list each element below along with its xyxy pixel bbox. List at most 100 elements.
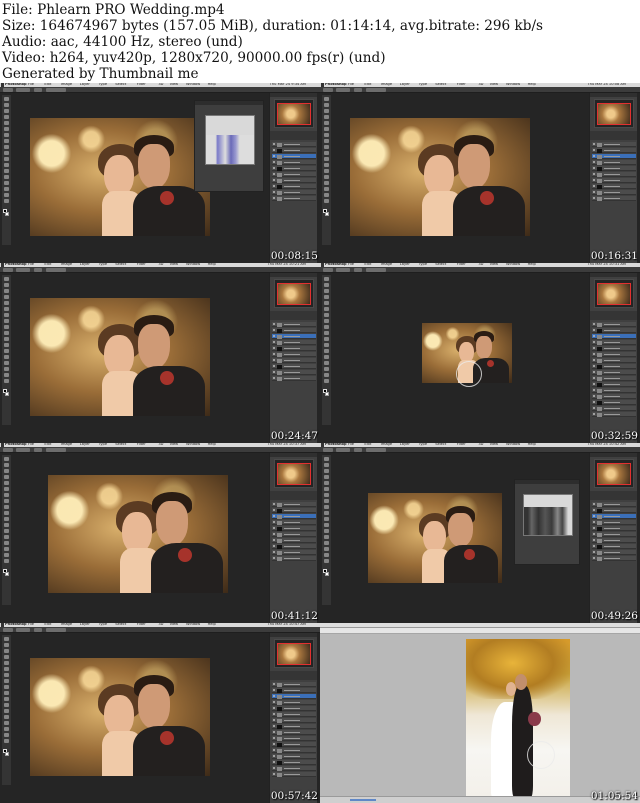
visibility-eye-icon[interactable] [273, 347, 275, 349]
tool-icon[interactable] [4, 199, 9, 203]
navigator-view-box[interactable] [277, 103, 311, 125]
tool-icon[interactable] [4, 709, 9, 713]
visibility-eye-icon[interactable] [593, 185, 595, 187]
visibility-eye-icon[interactable] [273, 527, 275, 529]
tool-icon[interactable] [4, 535, 9, 539]
tool-icon[interactable] [4, 529, 9, 533]
visibility-eye-icon[interactable] [273, 737, 275, 739]
navigator-preview[interactable] [594, 279, 634, 308]
layer-row[interactable] [272, 334, 316, 339]
tool-icon[interactable] [324, 325, 329, 329]
layer-row[interactable] [272, 766, 316, 771]
visibility-eye-icon[interactable] [273, 533, 275, 535]
tool-icon[interactable] [4, 739, 9, 743]
layer-row[interactable] [272, 364, 316, 369]
visibility-eye-icon[interactable] [273, 683, 275, 685]
tool-icon[interactable] [4, 511, 9, 515]
tool-icon[interactable] [4, 643, 9, 647]
layer-row[interactable] [592, 322, 636, 327]
layer-row[interactable] [272, 556, 316, 561]
navigator-view-box[interactable] [277, 463, 311, 485]
layer-row[interactable] [272, 328, 316, 333]
tool-icon[interactable] [4, 721, 9, 725]
layer-row[interactable] [592, 160, 636, 165]
visibility-eye-icon[interactable] [273, 365, 275, 367]
layer-row[interactable] [592, 406, 636, 411]
tool-icon[interactable] [324, 367, 329, 371]
tool-icon[interactable] [4, 169, 9, 173]
layer-row[interactable] [272, 742, 316, 747]
navigator-preview[interactable] [274, 99, 314, 128]
tool-icon[interactable] [324, 535, 329, 539]
tool-icon[interactable] [324, 373, 329, 377]
visibility-eye-icon[interactable] [273, 557, 275, 559]
layer-row[interactable] [592, 400, 636, 405]
layer-row[interactable] [272, 736, 316, 741]
layer-row[interactable] [592, 514, 636, 519]
visibility-eye-icon[interactable] [593, 359, 595, 361]
visibility-eye-icon[interactable] [593, 515, 595, 517]
tool-icon[interactable] [4, 133, 9, 137]
layer-row[interactable] [592, 526, 636, 531]
layer-row[interactable] [592, 184, 636, 189]
option-control[interactable] [336, 268, 350, 272]
visibility-eye-icon[interactable] [273, 749, 275, 751]
visibility-eye-icon[interactable] [593, 377, 595, 379]
visibility-eye-icon[interactable] [273, 335, 275, 337]
tool-icon[interactable] [4, 559, 9, 563]
navigator-view-box[interactable] [597, 463, 631, 485]
option-control[interactable] [16, 628, 30, 632]
levels-histogram-graph[interactable] [523, 494, 573, 536]
layer-row[interactable] [272, 718, 316, 723]
tool-icon[interactable] [4, 319, 9, 323]
layer-row[interactable] [592, 346, 636, 351]
tool-icon[interactable] [324, 343, 329, 347]
tool-icon[interactable] [324, 115, 329, 119]
tool-icon[interactable] [324, 163, 329, 167]
tool-icon[interactable] [4, 307, 9, 311]
tool-icon[interactable] [4, 97, 9, 101]
tool-icon[interactable] [324, 553, 329, 557]
layer-row[interactable] [592, 178, 636, 183]
visibility-eye-icon[interactable] [273, 167, 275, 169]
tool-icon[interactable] [4, 175, 9, 179]
background-color-swatch[interactable] [325, 212, 329, 216]
option-control[interactable] [323, 268, 333, 272]
tool-icon[interactable] [4, 541, 9, 545]
option-control[interactable] [354, 88, 362, 92]
tool-icon[interactable] [4, 517, 9, 521]
tool-icon[interactable] [324, 133, 329, 137]
tool-icon[interactable] [324, 487, 329, 491]
tool-icon[interactable] [4, 103, 9, 107]
visibility-eye-icon[interactable] [593, 335, 595, 337]
option-control[interactable] [354, 268, 362, 272]
tool-icon[interactable] [324, 457, 329, 461]
visibility-eye-icon[interactable] [273, 719, 275, 721]
tool-icon[interactable] [4, 295, 9, 299]
tool-icon[interactable] [324, 295, 329, 299]
visibility-eye-icon[interactable] [273, 521, 275, 523]
layer-row[interactable] [272, 508, 316, 513]
option-control[interactable] [46, 448, 66, 452]
visibility-eye-icon[interactable] [593, 533, 595, 535]
tool-icon[interactable] [324, 337, 329, 341]
layer-row[interactable] [272, 772, 316, 777]
tool-icon[interactable] [324, 301, 329, 305]
tool-icon[interactable] [324, 109, 329, 113]
layer-row[interactable] [592, 370, 636, 375]
layer-row[interactable] [592, 364, 636, 369]
tool-icon[interactable] [4, 661, 9, 665]
layer-row[interactable] [272, 754, 316, 759]
visibility-eye-icon[interactable] [593, 539, 595, 541]
visibility-eye-icon[interactable] [593, 155, 595, 157]
tool-icon[interactable] [4, 373, 9, 377]
layer-row[interactable] [272, 160, 316, 165]
tool-icon[interactable] [4, 127, 9, 131]
visibility-eye-icon[interactable] [273, 755, 275, 757]
tool-icon[interactable] [4, 157, 9, 161]
visibility-eye-icon[interactable] [273, 155, 275, 157]
tool-icon[interactable] [4, 649, 9, 653]
tool-icon[interactable] [324, 145, 329, 149]
layer-row[interactable] [592, 388, 636, 393]
visibility-eye-icon[interactable] [273, 503, 275, 505]
